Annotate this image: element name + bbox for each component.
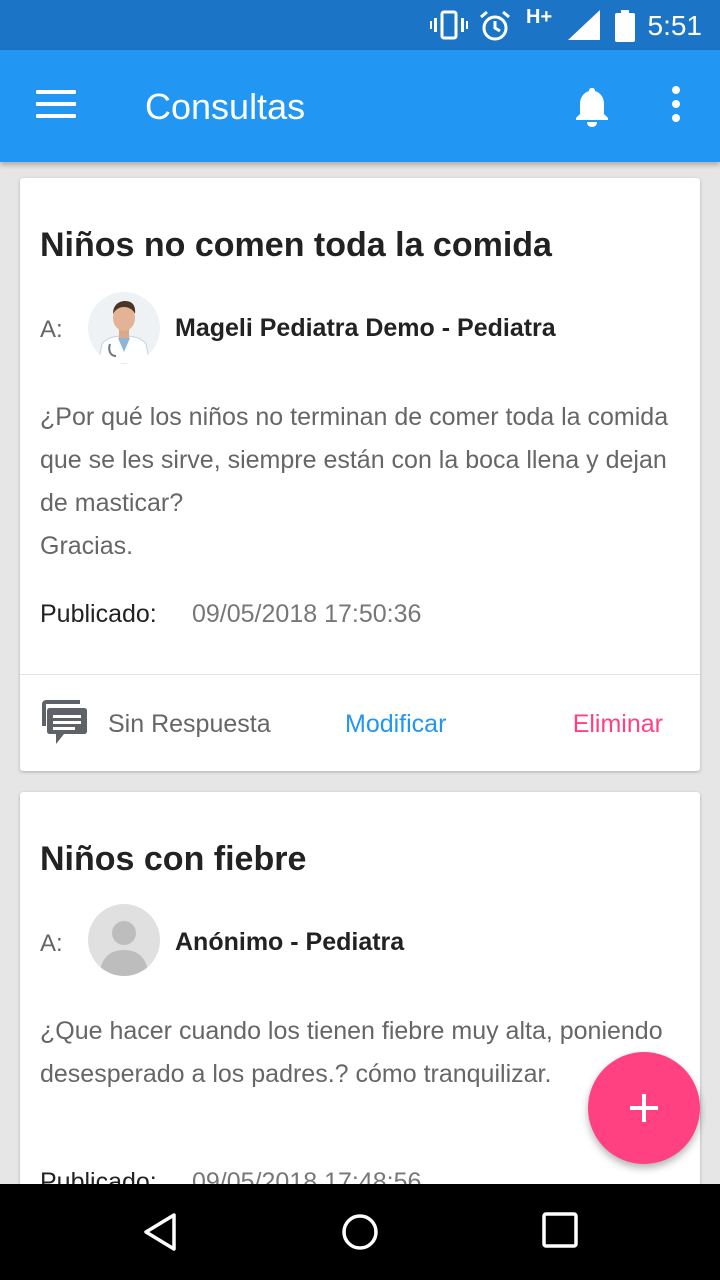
divider <box>20 674 700 675</box>
anonymous-avatar <box>88 904 160 976</box>
delete-button[interactable]: Eliminar <box>573 710 663 739</box>
answer-status: Sin Respuesta <box>108 710 271 738</box>
consultation-title: Niños no comen toda la comida <box>40 226 552 264</box>
clock: 5:51 <box>647 10 703 41</box>
recipient-label: A: <box>40 930 63 957</box>
navigation-bar <box>0 1184 720 1280</box>
recents-icon[interactable] <box>542 1212 578 1248</box>
modify-button[interactable]: Modificar <box>345 710 446 739</box>
question-text: ¿Que hacer cuando los tienen fiebre muy … <box>40 1017 663 1088</box>
alarm-icon <box>480 10 510 41</box>
bell-icon[interactable] <box>572 86 612 128</box>
page-title: Consultas <box>145 86 306 127</box>
doctor-name: Mageli Pediatra Demo - Pediatra <box>175 314 556 342</box>
add-consultation-button[interactable] <box>588 1052 700 1164</box>
published-label: Publicado: <box>40 600 157 628</box>
back-icon[interactable] <box>140 1212 180 1252</box>
recipient-label: A: <box>40 316 63 343</box>
status-bar: H+ 5:51 <box>0 0 720 50</box>
question-text: ¿Por qué los niños no terminan de comer … <box>40 403 669 560</box>
consultation-card: Niños con fiebre A: Anónimo - Pediatra ¿… <box>20 792 700 1212</box>
battery-icon <box>615 10 635 42</box>
menu-icon[interactable] <box>36 90 76 122</box>
vibrate-icon <box>430 10 468 40</box>
signal-icon <box>568 10 600 40</box>
app-bar: Consultas <box>0 50 720 162</box>
chat-icon <box>42 700 87 744</box>
network-type: H+ <box>526 6 553 28</box>
published-date: 09/05/2018 17:50:36 <box>192 600 422 628</box>
more-options-icon[interactable] <box>668 86 684 128</box>
consultation-title: Niños con fiebre <box>40 840 307 878</box>
home-icon[interactable] <box>340 1212 380 1252</box>
consultation-card: Niños no comen toda la comida A: Mageli … <box>20 178 700 771</box>
doctor-name: Anónimo - Pediatra <box>175 928 405 956</box>
doctor-avatar <box>88 292 160 364</box>
